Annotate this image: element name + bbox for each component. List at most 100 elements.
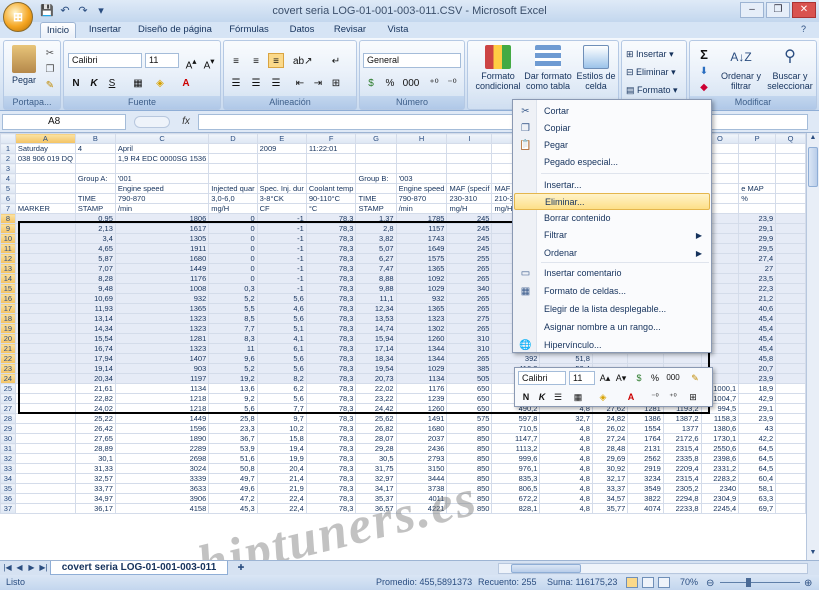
cell[interactable]: 265 <box>446 263 493 274</box>
cell[interactable]: 3633 <box>114 483 210 494</box>
cell[interactable] <box>14 393 76 404</box>
cell[interactable]: 1365 <box>395 263 448 274</box>
cell[interactable]: 9,7 <box>256 413 307 424</box>
cell[interactable]: 5,2 <box>208 363 258 374</box>
cell[interactable]: 78,3 <box>305 373 357 384</box>
cell[interactable] <box>14 313 76 324</box>
menu-item[interactable]: ❐ Copiar <box>514 120 710 137</box>
cell[interactable]: 7,7 <box>256 403 307 414</box>
cell[interactable] <box>446 163 493 174</box>
cell[interactable]: 43 <box>738 423 777 434</box>
cell[interactable]: 1743 <box>395 233 448 244</box>
cell[interactable]: 26,82 <box>355 423 397 434</box>
cell[interactable]: 17,14 <box>355 343 397 354</box>
cell[interactable]: 1890 <box>114 433 210 444</box>
menu-item[interactable]: Borrar contenido <box>514 210 710 227</box>
shrink-font-icon[interactable]: A▾ <box>201 53 217 71</box>
cell[interactable] <box>775 443 806 454</box>
cell[interactable]: 63,3 <box>738 493 777 504</box>
row-header[interactable]: 27 <box>0 403 16 414</box>
cell[interactable]: 9,48 <box>74 283 116 294</box>
cell[interactable]: 1387,2 <box>662 413 702 424</box>
cell[interactable] <box>738 173 777 184</box>
cell[interactable]: 1911 <box>114 243 210 254</box>
borders-icon[interactable]: ▦ <box>130 75 146 90</box>
cell[interactable] <box>14 193 76 204</box>
cell[interactable]: 8,3 <box>208 333 258 344</box>
mini-font-color-icon[interactable]: A <box>623 389 639 403</box>
mini-decrease-decimal-icon[interactable]: ⁻⁰ <box>647 389 663 403</box>
font-color-icon[interactable]: A <box>178 75 194 90</box>
mini-font-select[interactable]: Calibri <box>518 371 566 385</box>
autosum-button[interactable]: Σ <box>696 46 712 62</box>
cell[interactable]: 2398,6 <box>700 453 740 464</box>
cell[interactable]: 1785 <box>395 213 448 224</box>
cell[interactable]: 4,8 <box>539 503 593 514</box>
cell[interactable]: 9,88 <box>355 283 397 294</box>
cell[interactable] <box>775 143 806 154</box>
align-bottom-icon[interactable]: ≡ <box>268 53 284 68</box>
cell[interactable]: 1386 <box>627 413 664 424</box>
cell[interactable]: 60,4 <box>738 473 777 484</box>
cell[interactable]: 2131 <box>627 443 664 454</box>
cell[interactable] <box>355 143 397 154</box>
cell[interactable]: 4,8 <box>539 483 593 494</box>
cell[interactable]: 650 <box>446 383 493 394</box>
cell[interactable]: 14,74 <box>355 323 397 334</box>
cell[interactable]: 23,9 <box>738 413 777 424</box>
row-header[interactable]: 18 <box>0 313 16 324</box>
cell[interactable] <box>775 413 806 424</box>
cell[interactable]: 64,5 <box>738 463 777 474</box>
cell[interactable]: 1176 <box>395 383 448 394</box>
cell[interactable]: 932 <box>114 293 210 304</box>
cell[interactable]: 24,42 <box>355 403 397 414</box>
cell[interactable]: 0,3 <box>208 283 258 294</box>
hscroll-thumb[interactable] <box>511 564 581 573</box>
cell[interactable]: MARKER <box>14 203 76 214</box>
cell[interactable]: 27 <box>738 263 777 274</box>
insert-cells-button[interactable]: ⊞ Insertar ▾ <box>626 47 674 61</box>
cell[interactable]: 1323 <box>114 343 210 354</box>
prev-sheet-icon[interactable]: ◀ <box>14 562 25 574</box>
mini-align-icon[interactable]: ☰ <box>550 389 566 403</box>
decrease-decimal-icon[interactable]: ⁻⁰ <box>444 75 460 90</box>
cell[interactable]: 69,7 <box>738 503 777 514</box>
cell[interactable]: 0 <box>208 243 258 254</box>
row-header[interactable]: 29 <box>0 423 16 434</box>
cell[interactable]: 78,3 <box>305 353 357 364</box>
cell[interactable] <box>14 233 76 244</box>
cell[interactable] <box>14 323 76 334</box>
cell[interactable] <box>208 143 258 154</box>
cell[interactable]: 4,8 <box>539 423 593 434</box>
cell[interactable] <box>14 343 76 354</box>
cell[interactable] <box>775 353 806 364</box>
cell[interactable]: 3738 <box>395 483 448 494</box>
cell[interactable]: 7,07 <box>74 263 116 274</box>
cell[interactable]: 3234 <box>627 473 664 484</box>
cell[interactable]: 976,1 <box>491 463 541 474</box>
row-header[interactable]: 26 <box>0 393 16 404</box>
cell[interactable]: 13,53 <box>355 313 397 324</box>
row-header[interactable]: 36 <box>0 493 16 504</box>
orientation-icon[interactable]: ab↗ <box>292 53 313 68</box>
cell[interactable] <box>775 173 806 184</box>
cell[interactable]: 78,3 <box>305 493 357 504</box>
cell[interactable] <box>627 353 664 364</box>
menu-item[interactable]: Pegado especial... <box>514 154 710 171</box>
cell[interactable]: 23,5 <box>738 273 777 284</box>
cell[interactable]: 26,42 <box>74 423 116 434</box>
cell[interactable]: 2,8 <box>355 223 397 234</box>
cell[interactable]: 45,3 <box>208 503 258 514</box>
cell[interactable] <box>14 403 76 414</box>
mini-currency-icon[interactable]: $ <box>631 370 647 384</box>
cell[interactable]: 40,6 <box>738 303 777 314</box>
column-header-e[interactable]: E <box>256 133 307 144</box>
cell[interactable]: 2335,8 <box>662 453 702 464</box>
cell[interactable]: 5,07 <box>355 243 397 254</box>
cell[interactable]: 78,3 <box>305 393 357 404</box>
cell[interactable] <box>208 153 258 164</box>
cell[interactable] <box>14 463 76 474</box>
cell[interactable]: 28,48 <box>591 443 629 454</box>
row-header[interactable]: 14 <box>0 273 16 284</box>
cell[interactable]: 34,17 <box>355 483 397 494</box>
